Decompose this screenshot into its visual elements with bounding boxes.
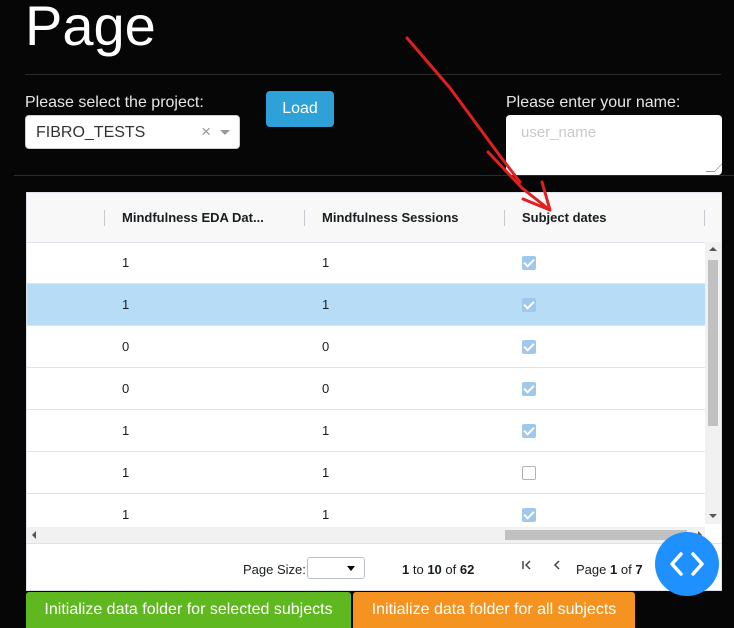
column-header-sessions[interactable]: Mindfulness Sessions — [322, 193, 492, 242]
code-brackets-icon — [670, 552, 704, 576]
horizontal-scroll-thumb[interactable] — [505, 530, 687, 540]
page-title: Page — [25, 0, 156, 57]
init-all-subjects-button[interactable]: Initialize data folder for all subjects — [353, 592, 635, 628]
project-select-value: FIBRO_TESTS — [36, 124, 146, 141]
column-header-eda[interactable]: Mindfulness EDA Dat... — [122, 193, 272, 242]
row-to: 10 — [427, 562, 442, 577]
page-of-word: of — [620, 562, 632, 577]
header-separator[interactable] — [304, 210, 305, 226]
row-to-word: to — [412, 562, 424, 577]
cell-sessions: 1 — [322, 423, 330, 438]
row-from: 1 — [402, 562, 410, 577]
subject-dates-checkbox[interactable] — [522, 382, 536, 396]
scroll-left-icon[interactable] — [32, 531, 36, 539]
subject-dates-checkbox[interactable] — [522, 466, 536, 480]
cell-eda: 1 — [122, 423, 130, 438]
user-name-label: Please enter your name: — [506, 94, 681, 111]
table-row[interactable]: 00 — [27, 326, 705, 368]
divider — [25, 74, 721, 75]
cell-sessions: 1 — [322, 297, 330, 312]
table-row[interactable]: 00 — [27, 368, 705, 410]
page-indicator: Page 1 of 7 — [576, 562, 643, 577]
cell-sessions: 1 — [322, 465, 330, 480]
previous-page-icon[interactable] — [551, 558, 563, 574]
chevron-down-icon[interactable] — [220, 130, 230, 135]
project-select[interactable]: FIBRO_TESTS × — [25, 115, 240, 149]
pagination-panel: Page Size: 1 to 10 of 62 Page 1 of 7 — [27, 543, 721, 590]
divider — [14, 175, 734, 176]
subject-dates-checkbox[interactable] — [522, 298, 536, 312]
cell-eda: 0 — [122, 339, 130, 354]
cell-sessions: 0 — [322, 339, 330, 354]
table-row[interactable]: 11 — [27, 242, 705, 284]
cell-eda: 1 — [122, 465, 130, 480]
row-of-word: of — [445, 562, 457, 577]
subject-dates-checkbox[interactable] — [522, 340, 536, 354]
page-current: 1 — [610, 562, 618, 577]
code-toggle-button[interactable] — [655, 532, 719, 596]
subject-dates-checkbox[interactable] — [522, 424, 536, 438]
header-separator[interactable] — [704, 210, 705, 226]
first-page-icon[interactable] — [521, 558, 533, 574]
cell-sessions: 1 — [322, 255, 330, 270]
cell-eda: 1 — [122, 255, 130, 270]
vertical-scroll-thumb[interactable] — [708, 260, 718, 426]
header-separator[interactable] — [104, 210, 105, 226]
subject-dates-checkbox[interactable] — [522, 508, 536, 522]
user-name-placeholder: user_name — [521, 124, 597, 141]
user-name-input[interactable]: user_name — [506, 115, 722, 175]
init-selected-subjects-button[interactable]: Initialize data folder for selected subj… — [26, 592, 351, 628]
row-summary: 1 to 10 of 62 — [402, 562, 474, 577]
chevron-down-icon — [347, 566, 355, 571]
table-row[interactable]: 11 — [27, 452, 705, 494]
project-label: Please select the project: — [25, 94, 204, 111]
subject-dates-checkbox[interactable] — [522, 256, 536, 270]
load-button[interactable]: Load — [266, 91, 334, 127]
data-grid: Mindfulness EDA Dat... Mindfulness Sessi… — [26, 192, 722, 591]
page-size-select[interactable] — [307, 557, 365, 579]
cell-eda: 0 — [122, 381, 130, 396]
clear-icon[interactable]: × — [201, 122, 211, 142]
page-word: Page — [576, 562, 607, 577]
horizontal-scrollbar[interactable] — [27, 527, 705, 543]
header-separator[interactable] — [504, 210, 505, 226]
column-header-subject-dates[interactable]: Subject dates — [522, 193, 692, 242]
scroll-down-icon[interactable] — [709, 514, 717, 518]
row-total: 62 — [459, 562, 475, 577]
cell-sessions: 0 — [322, 381, 330, 396]
table-row[interactable]: 11 — [27, 410, 705, 452]
table-row[interactable]: 11 — [27, 284, 705, 326]
cell-eda: 1 — [122, 297, 130, 312]
vertical-scrollbar[interactable] — [705, 242, 721, 524]
scroll-up-icon[interactable] — [709, 247, 717, 251]
grid-header: Mindfulness EDA Dat... Mindfulness Sessi… — [27, 193, 721, 243]
page-size-label: Page Size: — [243, 562, 306, 577]
resize-handle-icon[interactable] — [705, 163, 722, 172]
page-total: 7 — [635, 562, 643, 577]
